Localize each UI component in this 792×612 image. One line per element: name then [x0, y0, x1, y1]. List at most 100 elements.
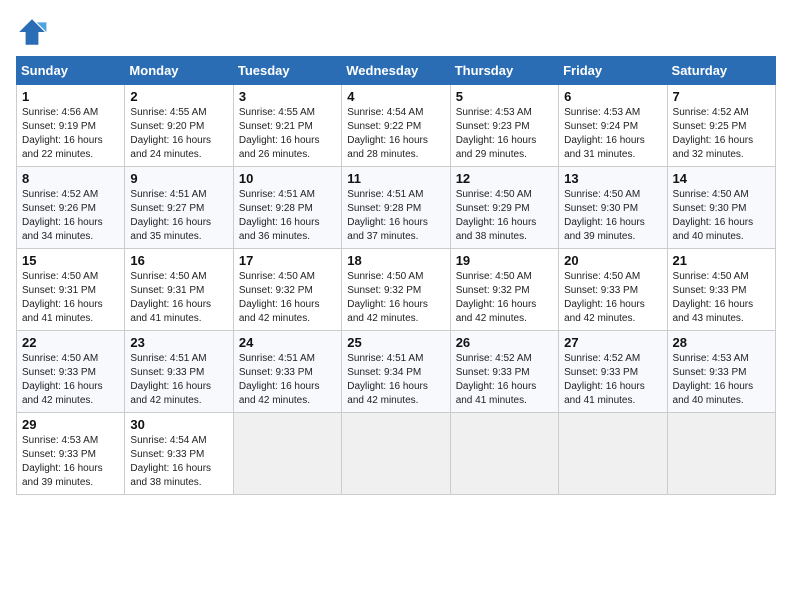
daylight-label: Daylight: 16 hours and 41 minutes.	[456, 381, 537, 406]
day-info: Sunrise: 4:51 AM Sunset: 9:27 PM Dayligh…	[130, 188, 227, 244]
daylight-label: Daylight: 16 hours and 42 minutes.	[22, 381, 103, 406]
calendar-day-cell: 21 Sunrise: 4:50 AM Sunset: 9:33 PM Dayl…	[667, 249, 775, 331]
calendar-week-row: 15 Sunrise: 4:50 AM Sunset: 9:31 PM Dayl…	[17, 249, 776, 331]
sunset-label: Sunset: 9:34 PM	[347, 367, 421, 378]
day-number: 7	[673, 89, 770, 104]
day-info: Sunrise: 4:50 AM Sunset: 9:33 PM Dayligh…	[673, 270, 770, 326]
calendar-day-cell: 30 Sunrise: 4:54 AM Sunset: 9:33 PM Dayl…	[125, 413, 233, 495]
sunset-label: Sunset: 9:20 PM	[130, 121, 204, 132]
sunrise-label: Sunrise: 4:56 AM	[22, 107, 98, 118]
day-info: Sunrise: 4:50 AM Sunset: 9:31 PM Dayligh…	[22, 270, 119, 326]
sunrise-label: Sunrise: 4:51 AM	[130, 353, 206, 364]
day-number: 27	[564, 335, 661, 350]
sunset-label: Sunset: 9:24 PM	[564, 121, 638, 132]
calendar-day-cell: 2 Sunrise: 4:55 AM Sunset: 9:20 PM Dayli…	[125, 85, 233, 167]
daylight-label: Daylight: 16 hours and 41 minutes.	[130, 299, 211, 324]
day-number: 6	[564, 89, 661, 104]
day-number: 9	[130, 171, 227, 186]
daylight-label: Daylight: 16 hours and 42 minutes.	[347, 381, 428, 406]
sunrise-label: Sunrise: 4:52 AM	[22, 189, 98, 200]
calendar-day-cell: 6 Sunrise: 4:53 AM Sunset: 9:24 PM Dayli…	[559, 85, 667, 167]
logo-icon	[16, 16, 48, 48]
day-info: Sunrise: 4:50 AM Sunset: 9:30 PM Dayligh…	[673, 188, 770, 244]
empty-cell	[233, 413, 341, 495]
sunrise-label: Sunrise: 4:54 AM	[347, 107, 423, 118]
day-of-week-header: Monday	[125, 57, 233, 85]
daylight-label: Daylight: 16 hours and 40 minutes.	[673, 217, 754, 242]
calendar-week-row: 22 Sunrise: 4:50 AM Sunset: 9:33 PM Dayl…	[17, 331, 776, 413]
sunrise-label: Sunrise: 4:50 AM	[456, 189, 532, 200]
calendar-day-cell: 29 Sunrise: 4:53 AM Sunset: 9:33 PM Dayl…	[17, 413, 125, 495]
calendar-day-cell: 8 Sunrise: 4:52 AM Sunset: 9:26 PM Dayli…	[17, 167, 125, 249]
sunset-label: Sunset: 9:33 PM	[130, 449, 204, 460]
calendar-day-cell: 12 Sunrise: 4:50 AM Sunset: 9:29 PM Dayl…	[450, 167, 558, 249]
sunrise-label: Sunrise: 4:52 AM	[564, 353, 640, 364]
sunrise-label: Sunrise: 4:53 AM	[673, 353, 749, 364]
calendar-day-cell: 27 Sunrise: 4:52 AM Sunset: 9:33 PM Dayl…	[559, 331, 667, 413]
calendar-day-cell: 20 Sunrise: 4:50 AM Sunset: 9:33 PM Dayl…	[559, 249, 667, 331]
sunrise-label: Sunrise: 4:50 AM	[22, 353, 98, 364]
sunrise-label: Sunrise: 4:50 AM	[22, 271, 98, 282]
sunrise-label: Sunrise: 4:50 AM	[239, 271, 315, 282]
sunset-label: Sunset: 9:25 PM	[673, 121, 747, 132]
day-number: 10	[239, 171, 336, 186]
calendar-day-cell: 28 Sunrise: 4:53 AM Sunset: 9:33 PM Dayl…	[667, 331, 775, 413]
day-number: 15	[22, 253, 119, 268]
sunrise-label: Sunrise: 4:50 AM	[564, 189, 640, 200]
sunset-label: Sunset: 9:26 PM	[22, 203, 96, 214]
day-number: 23	[130, 335, 227, 350]
daylight-label: Daylight: 16 hours and 40 minutes.	[673, 381, 754, 406]
day-number: 19	[456, 253, 553, 268]
sunset-label: Sunset: 9:32 PM	[239, 285, 313, 296]
calendar-day-cell: 25 Sunrise: 4:51 AM Sunset: 9:34 PM Dayl…	[342, 331, 450, 413]
calendar-day-cell: 22 Sunrise: 4:50 AM Sunset: 9:33 PM Dayl…	[17, 331, 125, 413]
empty-cell	[559, 413, 667, 495]
sunrise-label: Sunrise: 4:53 AM	[22, 435, 98, 446]
calendar-day-cell: 3 Sunrise: 4:55 AM Sunset: 9:21 PM Dayli…	[233, 85, 341, 167]
sunrise-label: Sunrise: 4:55 AM	[239, 107, 315, 118]
sunrise-label: Sunrise: 4:50 AM	[456, 271, 532, 282]
day-number: 5	[456, 89, 553, 104]
sunset-label: Sunset: 9:27 PM	[130, 203, 204, 214]
day-info: Sunrise: 4:52 AM Sunset: 9:25 PM Dayligh…	[673, 106, 770, 162]
sunrise-label: Sunrise: 4:50 AM	[673, 189, 749, 200]
day-number: 17	[239, 253, 336, 268]
day-number: 30	[130, 417, 227, 432]
calendar-day-cell: 17 Sunrise: 4:50 AM Sunset: 9:32 PM Dayl…	[233, 249, 341, 331]
day-number: 22	[22, 335, 119, 350]
day-number: 2	[130, 89, 227, 104]
day-info: Sunrise: 4:51 AM Sunset: 9:28 PM Dayligh…	[239, 188, 336, 244]
daylight-label: Daylight: 16 hours and 42 minutes.	[130, 381, 211, 406]
sunset-label: Sunset: 9:30 PM	[564, 203, 638, 214]
day-info: Sunrise: 4:50 AM Sunset: 9:30 PM Dayligh…	[564, 188, 661, 244]
sunset-label: Sunset: 9:28 PM	[239, 203, 313, 214]
day-info: Sunrise: 4:50 AM Sunset: 9:31 PM Dayligh…	[130, 270, 227, 326]
empty-cell	[342, 413, 450, 495]
day-number: 18	[347, 253, 444, 268]
calendar-week-row: 1 Sunrise: 4:56 AM Sunset: 9:19 PM Dayli…	[17, 85, 776, 167]
day-number: 24	[239, 335, 336, 350]
calendar-day-cell: 19 Sunrise: 4:50 AM Sunset: 9:32 PM Dayl…	[450, 249, 558, 331]
day-number: 29	[22, 417, 119, 432]
calendar-day-cell: 7 Sunrise: 4:52 AM Sunset: 9:25 PM Dayli…	[667, 85, 775, 167]
day-number: 1	[22, 89, 119, 104]
sunset-label: Sunset: 9:29 PM	[456, 203, 530, 214]
logo	[16, 16, 52, 48]
day-number: 12	[456, 171, 553, 186]
day-number: 26	[456, 335, 553, 350]
sunrise-label: Sunrise: 4:51 AM	[130, 189, 206, 200]
day-info: Sunrise: 4:55 AM Sunset: 9:20 PM Dayligh…	[130, 106, 227, 162]
sunrise-label: Sunrise: 4:51 AM	[347, 353, 423, 364]
day-of-week-header: Saturday	[667, 57, 775, 85]
calendar-week-row: 29 Sunrise: 4:53 AM Sunset: 9:33 PM Dayl…	[17, 413, 776, 495]
daylight-label: Daylight: 16 hours and 42 minutes.	[239, 381, 320, 406]
day-info: Sunrise: 4:56 AM Sunset: 9:19 PM Dayligh…	[22, 106, 119, 162]
day-info: Sunrise: 4:51 AM Sunset: 9:33 PM Dayligh…	[239, 352, 336, 408]
sunset-label: Sunset: 9:28 PM	[347, 203, 421, 214]
daylight-label: Daylight: 16 hours and 42 minutes.	[239, 299, 320, 324]
sunset-label: Sunset: 9:31 PM	[130, 285, 204, 296]
daylight-label: Daylight: 16 hours and 42 minutes.	[564, 299, 645, 324]
calendar-week-row: 8 Sunrise: 4:52 AM Sunset: 9:26 PM Dayli…	[17, 167, 776, 249]
day-info: Sunrise: 4:53 AM Sunset: 9:24 PM Dayligh…	[564, 106, 661, 162]
sunset-label: Sunset: 9:33 PM	[673, 285, 747, 296]
